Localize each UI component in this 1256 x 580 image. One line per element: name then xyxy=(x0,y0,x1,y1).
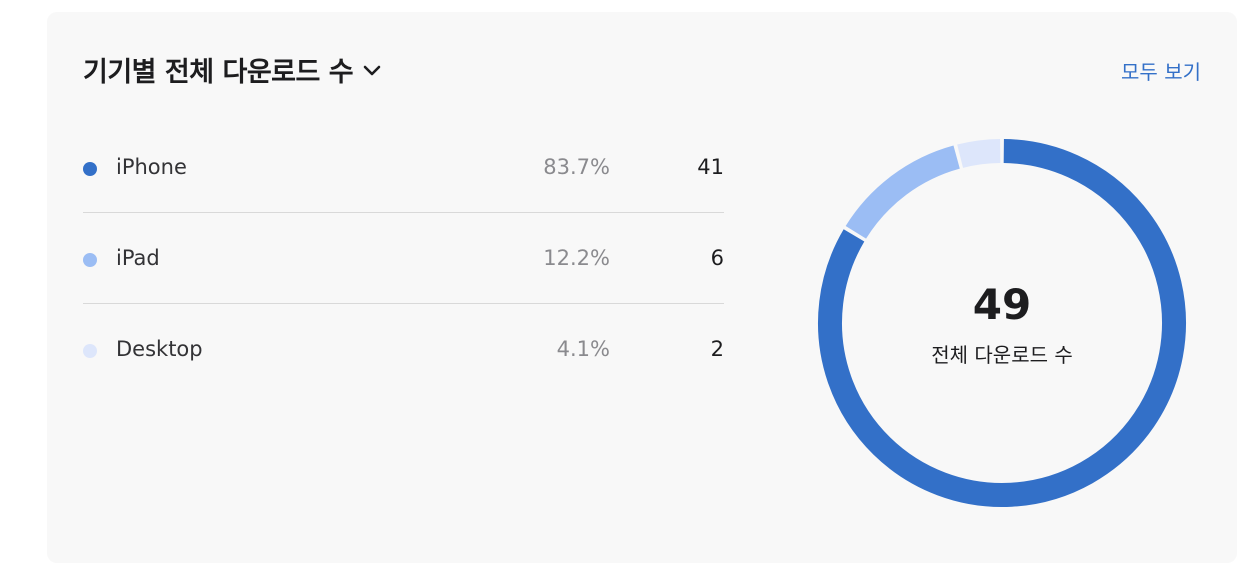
device-label: iPad xyxy=(116,246,160,270)
device-label: iPhone xyxy=(116,155,187,179)
device-percent: 12.2% xyxy=(543,246,610,270)
list-item: iPhone 83.7% 41 xyxy=(83,122,724,213)
metric-dropdown[interactable]: 기기별 전체 다운로드 수 xyxy=(83,50,383,89)
card-title: 기기별 전체 다운로드 수 xyxy=(83,57,354,88)
device-downloads-card: 기기별 전체 다운로드 수 모두 보기 iPhone 83.7% 41 iPad… xyxy=(47,12,1237,563)
list-item: Desktop 4.1% 2 xyxy=(83,304,724,394)
total-downloads-value: 49 xyxy=(972,280,1032,329)
device-count: 6 xyxy=(710,246,724,270)
legend-dot xyxy=(83,162,97,176)
device-percent: 4.1% xyxy=(556,337,610,361)
device-count: 41 xyxy=(697,155,724,179)
total-downloads-label: 전체 다운로드 수 xyxy=(931,343,1073,367)
device-count: 2 xyxy=(710,337,724,361)
device-percent: 83.7% xyxy=(543,155,610,179)
donut-slice-ipad xyxy=(845,145,961,239)
legend-dot xyxy=(83,344,97,358)
device-list: iPhone 83.7% 41 iPad 12.2% 6 Desktop 4.1… xyxy=(83,122,724,394)
device-label: Desktop xyxy=(116,337,203,361)
donut-slice-desktop xyxy=(957,139,1001,168)
see-all-link[interactable]: 모두 보기 xyxy=(1121,56,1201,85)
chevron-down-icon xyxy=(363,65,381,75)
legend-dot xyxy=(83,253,97,267)
list-item: iPad 12.2% 6 xyxy=(83,213,724,304)
